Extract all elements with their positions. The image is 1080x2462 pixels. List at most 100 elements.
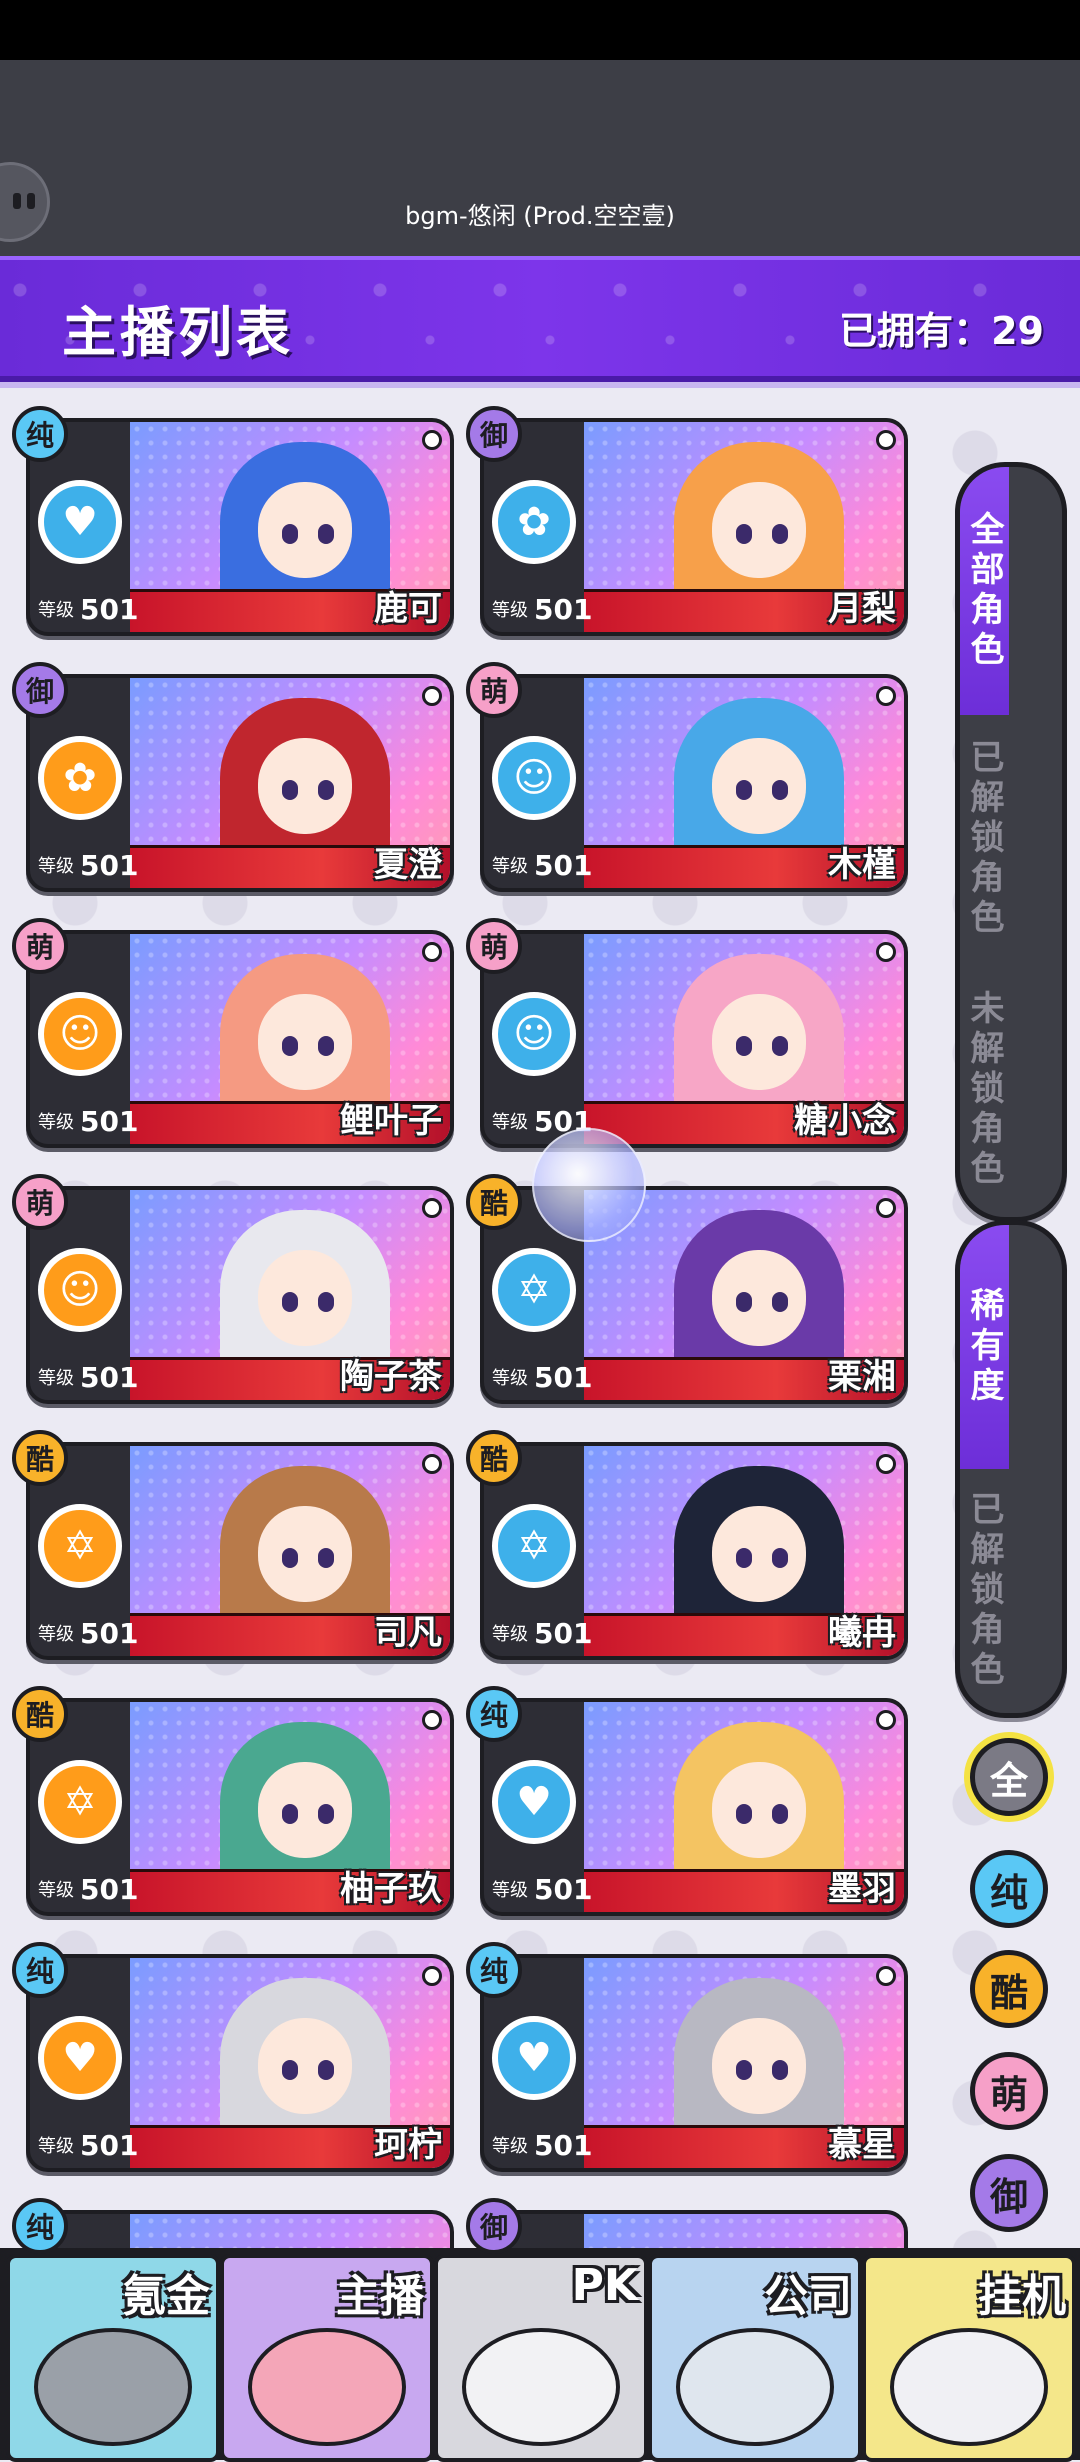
character-eye (772, 1804, 788, 1824)
streamer-card[interactable]: ✡ 等级 501 柚子玖 (26, 1698, 454, 1916)
nav-button[interactable]: PK (434, 2254, 648, 2462)
filter-ku-button[interactable]: 酷 (970, 1950, 1048, 2028)
bottom-nav: 氪金 主播 PK 公司 挂机 (0, 2248, 1080, 2462)
floating-assist-ball[interactable] (532, 1128, 646, 1242)
level-value: 501 (80, 2129, 139, 2162)
owned-count: 已拥有：29 (839, 309, 1044, 353)
streamer-name: 柚子玖 (340, 1869, 442, 1909)
character-eye (282, 1548, 298, 1568)
card-corner-dot (876, 1198, 896, 1218)
streamer-card[interactable]: ♥ 等级 501 鹿可 (26, 418, 454, 636)
cat-icon: ☺ (492, 992, 576, 1076)
rose-icon: ✿ (492, 480, 576, 564)
star-icon: ✡ (492, 1248, 576, 1332)
nav-label: 氪金 (122, 2271, 210, 2322)
streamer-name: 陶子茶 (340, 1357, 442, 1397)
card-corner-dot (422, 686, 442, 706)
character-eye (736, 524, 752, 544)
status-bar (0, 0, 1080, 60)
streamer-card[interactable]: ✿ 等级 501 月梨 (480, 418, 908, 636)
tab[interactable]: 已解锁角色 (960, 1469, 1009, 1713)
character-face (712, 482, 806, 578)
type-badge: 萌 (466, 662, 522, 718)
filter-meng-button[interactable]: 萌 (970, 2052, 1048, 2130)
streamer-card[interactable]: ☺ 等级 501 陶子茶 (26, 1186, 454, 1404)
nav-label: PK (571, 2260, 638, 2311)
streamer-card[interactable]: ♥ 等级 501 墨羽 (480, 1698, 908, 1916)
level-label: 等级 (38, 1880, 74, 1901)
card-corner-dot (422, 1710, 442, 1730)
type-badge: 酷 (466, 1174, 522, 1230)
type-badge: 纯 (12, 2198, 68, 2254)
character-eye (772, 780, 788, 800)
character-face (258, 482, 352, 578)
filter-chun-button[interactable]: 纯 (970, 1850, 1048, 1928)
tab-active[interactable]: 全部角色 (960, 467, 1009, 715)
character-face (258, 994, 352, 1090)
level-label: 等级 (492, 1368, 528, 1389)
rarity-tab-group: 稀有度 已解锁角色 (955, 1220, 1067, 1718)
streamer-name: 夏澄 (374, 845, 442, 885)
streamer-name: 糖小念 (794, 1101, 896, 1141)
streamer-card[interactable]: ♥ 等级 501 珂柠 (26, 1954, 454, 2172)
cat-icon: ☺ (38, 992, 122, 1076)
streamer-card[interactable]: ✡ 等级 501 司凡 (26, 1442, 454, 1660)
heartbeat-icon: ♥ (492, 1760, 576, 1844)
level-label: 等级 (38, 1368, 74, 1389)
type-badge: 御 (466, 406, 522, 462)
filter-yu-button[interactable]: 御 (970, 2154, 1048, 2232)
character-eye (282, 780, 298, 800)
streamer-card[interactable]: ☺ 等级 501 糖小念 (480, 930, 908, 1148)
level-value: 501 (80, 849, 139, 882)
character-eye (736, 1036, 752, 1056)
type-badge: 萌 (466, 918, 522, 974)
card-corner-dot (876, 942, 896, 962)
filter-all-button[interactable]: 全 (970, 1738, 1048, 1816)
nav-button[interactable]: 公司 (648, 2254, 862, 2462)
level-label: 等级 (38, 1112, 74, 1133)
character-face (712, 738, 806, 834)
level-value: 501 (80, 593, 139, 626)
type-badge: 酷 (12, 1430, 68, 1486)
nav-illustration (248, 2328, 406, 2446)
nav-button[interactable]: 挂机 (862, 2254, 1076, 2462)
nav-label: 主播 (336, 2271, 424, 2322)
level-label: 等级 (492, 2136, 528, 2157)
streamer-name: 墨羽 (828, 1869, 896, 1909)
tab[interactable]: 未解锁角色 (960, 963, 1009, 1217)
character-face (258, 2018, 352, 2114)
character-eye (282, 1804, 298, 1824)
character-face (712, 1250, 806, 1346)
nav-button[interactable]: 氪金 (6, 2254, 220, 2462)
streamer-card[interactable]: ✡ 等级 501 曦冉 (480, 1442, 908, 1660)
level-label: 等级 (38, 600, 74, 621)
level-label: 等级 (492, 1624, 528, 1645)
nav-label: 挂机 (978, 2271, 1066, 2322)
type-badge: 御 (466, 2198, 522, 2254)
type-badge: 萌 (12, 1174, 68, 1230)
tab-active[interactable]: 稀有度 (960, 1225, 1009, 1469)
character-eye (318, 524, 334, 544)
character-eye (318, 780, 334, 800)
rose-icon: ✿ (38, 736, 122, 820)
cat-icon: ☺ (38, 1248, 122, 1332)
streamer-card[interactable]: ☺ 等级 501 鲤叶子 (26, 930, 454, 1148)
nav-illustration (676, 2328, 834, 2446)
character-face (712, 1506, 806, 1602)
character-face (258, 1762, 352, 1858)
card-corner-dot (422, 942, 442, 962)
streamer-card[interactable]: ☺ 等级 501 木槿 (480, 674, 908, 892)
streamer-name: 鹿可 (374, 589, 442, 629)
character-face (258, 1506, 352, 1602)
streamer-card[interactable]: ✿ 等级 501 夏澄 (26, 674, 454, 892)
nav-button[interactable]: 主播 (220, 2254, 434, 2462)
level-label: 等级 (492, 1112, 528, 1133)
level-label: 等级 (492, 856, 528, 877)
tab[interactable]: 已解锁角色 (960, 715, 1009, 963)
nav-illustration (890, 2328, 1048, 2446)
level-label: 等级 (492, 1880, 528, 1901)
streamer-card[interactable]: ♥ 等级 501 慕星 (480, 1954, 908, 2172)
level-label: 等级 (38, 1624, 74, 1645)
level-value: 501 (534, 1617, 593, 1650)
character-face (258, 738, 352, 834)
